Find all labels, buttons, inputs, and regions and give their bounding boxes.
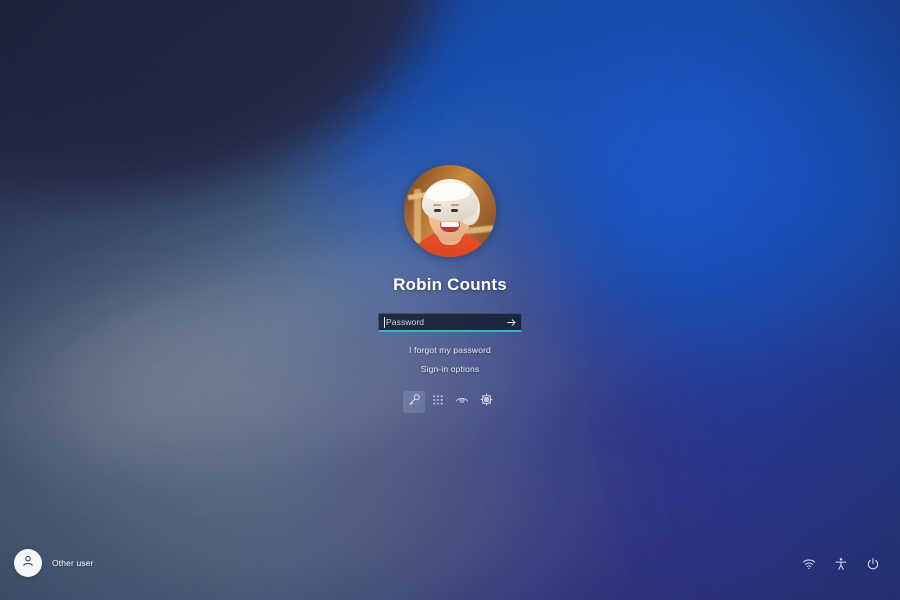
signin-option-security-key[interactable] [475,391,497,413]
avatar-decor-bar-2 [414,189,421,243]
other-user-avatar [14,549,42,577]
power-button[interactable] [864,557,882,575]
avatar-eye-right [451,209,458,212]
text-caret [384,316,385,328]
signin-option-hello-face[interactable] [451,391,473,413]
signin-options-link[interactable]: Sign-in options [421,364,479,374]
password-input[interactable]: Password [378,313,522,332]
password-placeholder: Password [386,317,425,327]
power-icon [866,557,880,576]
lock-screen: Robin Counts Password I forgot my passwo… [0,0,900,600]
pin-keypad-icon [432,393,444,411]
system-tray [800,557,882,575]
person-icon [21,554,35,573]
signin-options-row [403,391,497,413]
avatar-eye-left [434,209,441,212]
signin-option-pin[interactable] [427,391,449,413]
face-eye-icon [455,393,469,412]
wifi-icon [802,557,816,576]
avatar [404,165,496,257]
login-panel: Robin Counts Password I forgot my passwo… [0,165,900,413]
signin-option-password[interactable] [403,391,425,413]
other-user-button[interactable]: Other user [14,549,94,577]
key-icon [408,393,421,411]
avatar-eyebrow-left [433,204,441,206]
user-name: Robin Counts [393,275,507,294]
accessibility-icon [834,557,848,576]
forgot-password-link[interactable]: I forgot my password [409,345,491,355]
network-button[interactable] [800,557,818,575]
security-key-icon [479,393,493,411]
avatar-teeth [441,222,459,227]
accessibility-button[interactable] [832,557,850,575]
submit-arrow-icon[interactable] [504,315,518,329]
other-user-label: Other user [52,558,94,568]
avatar-eyebrow-right [451,204,459,206]
